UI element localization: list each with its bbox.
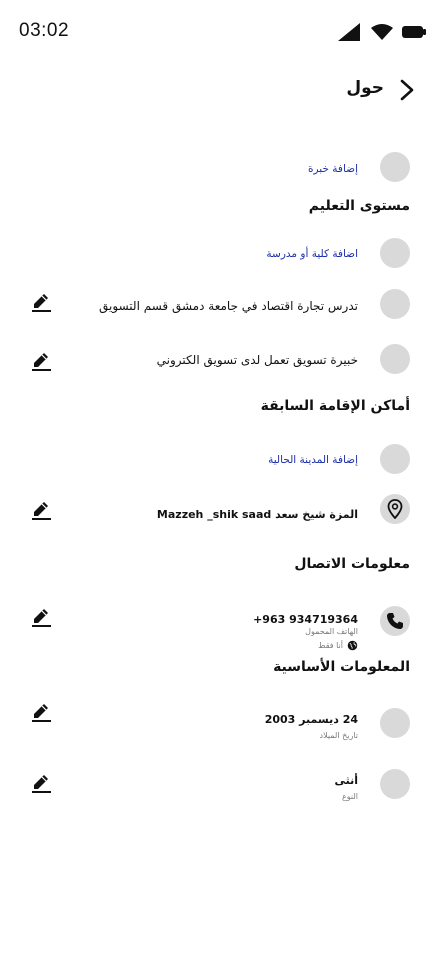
gender-value: أنثى	[334, 774, 358, 787]
battery-icon	[402, 26, 426, 38]
add-work-placeholder-icon	[380, 152, 410, 182]
location-item-icon	[380, 494, 410, 524]
status-icons	[336, 22, 426, 42]
current-city-text: المزة شيخ سعد Mazzeh _shik saad	[156, 508, 358, 521]
places-section-title: أماكن الإقامة السابقة	[260, 398, 410, 414]
gender-item-icon	[380, 769, 410, 799]
education-item-icon	[380, 289, 410, 319]
privacy-indicator[interactable]: أنا فقط	[318, 640, 358, 651]
edit-pencil-icon[interactable]	[31, 350, 53, 372]
work-item-icon	[380, 344, 410, 374]
gender-label: النوع	[342, 792, 358, 801]
edit-pencil-icon[interactable]	[31, 701, 53, 723]
wifi-icon	[371, 24, 393, 40]
add-work-link[interactable]: إضافة خبرة	[308, 163, 358, 175]
status-time: 03:02	[19, 20, 70, 41]
add-school-placeholder-icon	[380, 238, 410, 268]
work-item-text: خبيرة تسويق تعمل لدى تسويق الكتروني	[156, 353, 358, 367]
page-title: حول	[346, 78, 384, 98]
add-city-link[interactable]: إضافة المدينة الحالية	[268, 454, 358, 466]
edit-pencil-icon[interactable]	[31, 772, 53, 794]
birthday-value: 24 ديسمبر 2003	[264, 713, 358, 726]
back-button[interactable]	[396, 78, 418, 102]
location-pin-icon	[387, 499, 403, 519]
globe-icon	[347, 640, 358, 651]
birthday-item-icon	[380, 708, 410, 738]
phone-label: الهاتف المحمول	[305, 627, 358, 636]
phone-item-icon	[380, 606, 410, 636]
chevron-right-icon	[400, 79, 414, 101]
edit-pencil-icon[interactable]	[31, 291, 53, 313]
privacy-label: أنا فقط	[318, 641, 343, 650]
signal-icon	[338, 23, 360, 41]
education-item-text: تدرس تجارة اقتصاد في جامعة دمشق قسم التس…	[99, 299, 358, 313]
basic-info-section-title: المعلومات الأساسية	[273, 659, 410, 675]
education-section-title: مستوى التعليم	[308, 198, 410, 214]
birthday-label: تاريخ الميلاد	[319, 731, 359, 740]
edit-pencil-icon[interactable]	[31, 606, 53, 628]
phone-icon	[387, 613, 403, 629]
phone-number: +963 934719364	[253, 613, 358, 626]
add-city-placeholder-icon	[380, 444, 410, 474]
add-school-link[interactable]: اضافة كلية أو مدرسة	[266, 248, 358, 260]
edit-pencil-icon[interactable]	[31, 499, 53, 521]
contact-section-title: معلومات الاتصال	[294, 556, 410, 572]
